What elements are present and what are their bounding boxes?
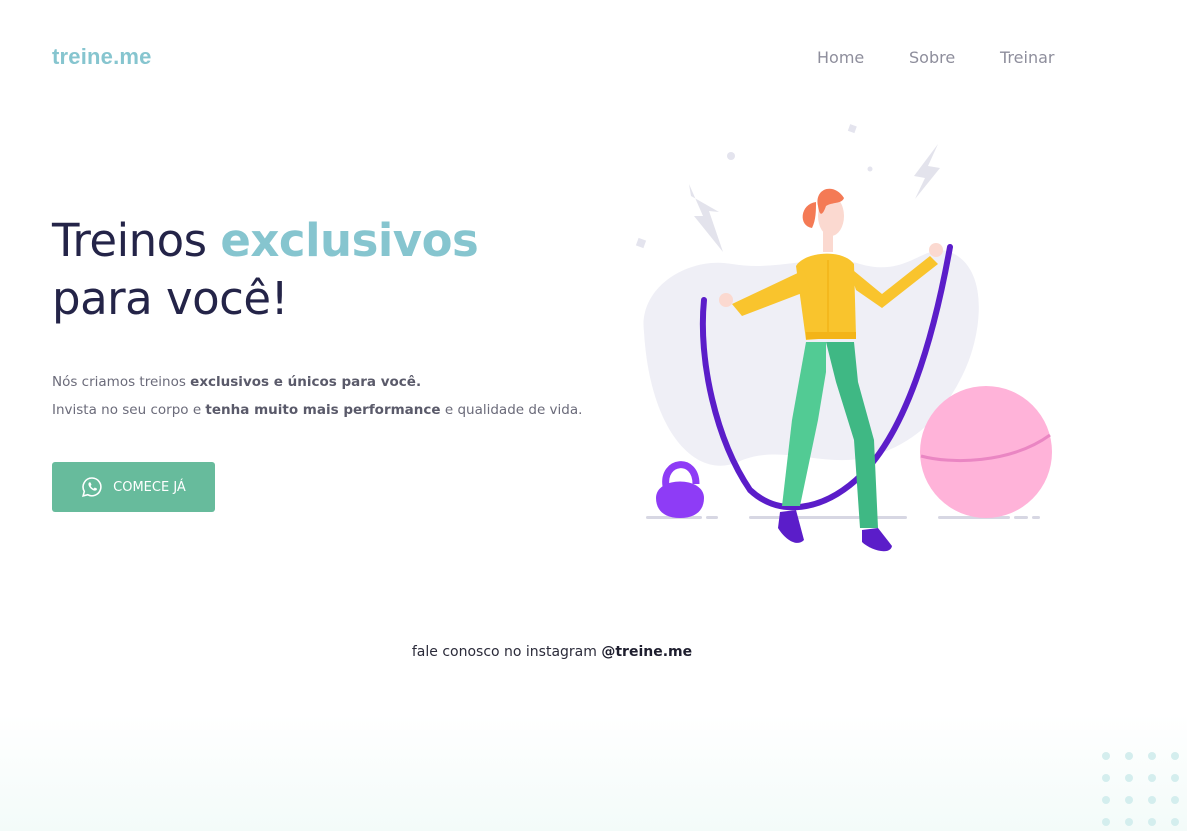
decorative-dot-grid — [1102, 752, 1187, 831]
dot — [1148, 818, 1156, 826]
line2-bold: tenha muito mais performance — [205, 402, 441, 418]
floor-line — [749, 516, 907, 519]
dot — [1171, 818, 1179, 826]
nav-home[interactable]: Home — [817, 48, 864, 67]
whatsapp-icon — [81, 476, 103, 498]
speck — [867, 166, 873, 172]
jacket-waist — [806, 332, 856, 339]
floor-line — [1032, 516, 1040, 519]
right-shoe — [862, 528, 892, 552]
left-shoe — [778, 510, 804, 543]
dot — [1125, 774, 1133, 782]
speck — [847, 124, 857, 134]
line2-text-b: e qualidade de vida. — [440, 402, 583, 418]
torso-jacket — [796, 253, 856, 340]
dot — [1125, 752, 1133, 760]
line1-text: Nós criamos treinos — [52, 374, 191, 390]
hero-title: Treinos exclusivos para você! — [52, 212, 479, 328]
line2-text-a: Invista no seu corpo e — [52, 402, 206, 418]
main-nav: Home Sobre Treinar — [0, 48, 1187, 68]
start-now-button[interactable]: COMECE JÁ — [52, 462, 215, 512]
cta-label: COMECE JÁ — [113, 479, 186, 495]
description-line-2: Invista no seu corpo e tenha muito mais … — [52, 396, 582, 424]
lightning-bolt-left — [689, 184, 723, 252]
floor-line — [1014, 516, 1028, 519]
dot — [1125, 818, 1133, 826]
dot — [1102, 796, 1110, 804]
floor-line — [706, 516, 718, 519]
hero-title-part1: Treinos — [52, 214, 221, 267]
dot — [1171, 774, 1179, 782]
speck — [727, 152, 735, 160]
dot — [1148, 752, 1156, 760]
dot — [1102, 774, 1110, 782]
instagram-handle-link[interactable]: @treine.me — [601, 644, 692, 660]
speck — [635, 237, 647, 249]
jump-rope-illustration — [635, 124, 1052, 552]
hero-title-part2: para você! — [52, 272, 289, 325]
dot — [1125, 796, 1133, 804]
pilates-ball — [920, 386, 1052, 518]
dot — [1148, 774, 1156, 782]
instagram-note-text: fale conosco no instagram — [411, 644, 602, 660]
description-line-1: Nós criamos treinos exclusivos e únicos … — [52, 368, 582, 396]
lightning-bolt-right — [914, 144, 940, 199]
dot — [1148, 796, 1156, 804]
nav-sobre[interactable]: Sobre — [909, 48, 955, 67]
hero-description: Nós criamos treinos exclusivos e únicos … — [52, 368, 582, 424]
kettlebell — [656, 481, 704, 518]
nav-treinar[interactable]: Treinar — [1000, 48, 1054, 67]
dot — [1102, 818, 1110, 826]
line1-bold: exclusivos e únicos para você. — [190, 374, 422, 390]
instagram-note: fale conosco no instagram @treine.me — [0, 644, 1104, 660]
right-hand — [929, 243, 943, 257]
dot — [1171, 796, 1179, 804]
left-hand — [719, 293, 733, 307]
dot — [1171, 752, 1179, 760]
ponytail — [802, 202, 816, 228]
hero-title-accent: exclusivos — [220, 214, 479, 267]
dot — [1102, 752, 1110, 760]
